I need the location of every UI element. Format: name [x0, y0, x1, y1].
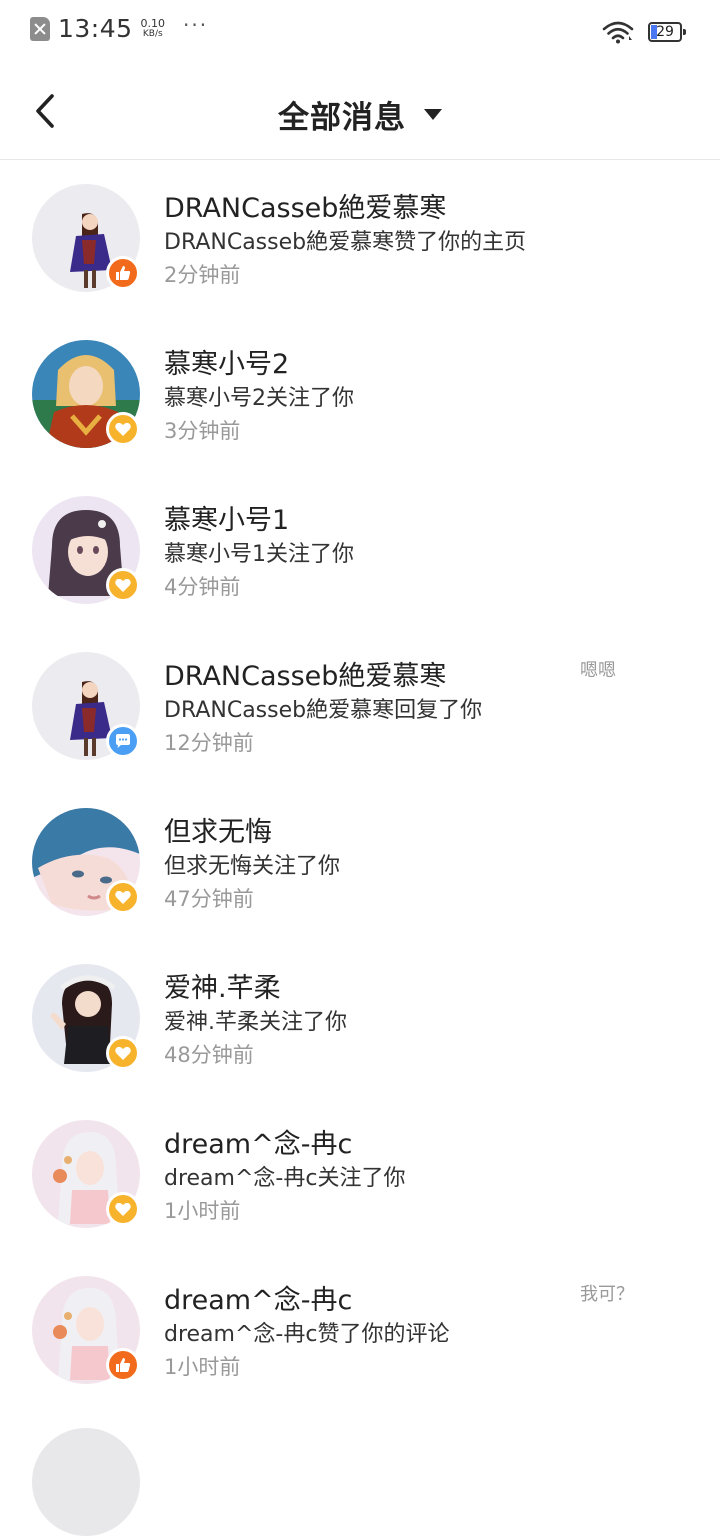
message-item[interactable]: 慕寒小号1 慕寒小号1关注了你 4分钟前 — [0, 472, 720, 628]
status-left: 13:45 0.10 KB/s ··· — [30, 12, 209, 43]
battery-level: 29 — [656, 24, 674, 40]
sender-name: DRANCasseb絶爱慕寒 — [164, 193, 447, 224]
message-item[interactable]: DRANCasseb絶爱慕寒 DRANCasseb絶爱慕寒回复了你 12分钟前 … — [0, 628, 720, 784]
message-item[interactable]: 爱神.芊柔 爱神.芊柔关注了你 48分钟前 — [0, 940, 720, 1096]
follow-badge — [106, 1192, 140, 1226]
heart-icon — [115, 422, 131, 436]
reply-preview: 我可？ — [580, 1284, 634, 1305]
caret-down-icon — [424, 109, 442, 120]
more-notifications-icon: ··· — [183, 12, 209, 37]
sender-name: dream^念-冉c — [164, 1129, 353, 1160]
like-badge — [106, 1348, 140, 1382]
status-time: 13:45 — [58, 14, 133, 43]
heart-icon — [115, 890, 131, 904]
sender-name: dream^念-冉c — [164, 1285, 353, 1316]
message-filter-dropdown[interactable]: 全部消息 — [0, 92, 720, 137]
page-title: 全部消息 — [278, 100, 406, 136]
reply-preview: 嗯嗯 — [580, 660, 616, 681]
wifi-icon — [602, 21, 634, 44]
message-time: 1小时前 — [164, 1199, 241, 1223]
message-text: 爱神.芊柔关注了你 — [164, 1010, 347, 1035]
like-badge — [106, 256, 140, 290]
message-text: 慕寒小号1关注了你 — [164, 542, 354, 567]
sender-name: DRANCasseb絶爱慕寒 — [164, 661, 447, 692]
message-time: 1小时前 — [164, 1355, 241, 1379]
message-list: DRANCasseb絶爱慕寒 DRANCasseb絶爱慕寒赞了你的主页 2分钟前… — [0, 160, 720, 1408]
chat-bubble-icon — [116, 734, 130, 748]
message-item[interactable]: dream^念-冉c dream^念-冉c赞了你的评论 1小时前 我可？ — [0, 1252, 720, 1408]
message-item[interactable]: DRANCasseb絶爱慕寒 DRANCasseb絶爱慕寒赞了你的主页 2分钟前 — [0, 160, 720, 316]
message-item[interactable]: 但求无悔 但求无悔关注了你 47分钟前 — [0, 784, 720, 940]
sim-error-icon — [30, 16, 50, 41]
message-text: 慕寒小号2关注了你 — [164, 386, 354, 411]
message-item[interactable]: dream^念-冉c dream^念-冉c关注了你 1小时前 — [0, 1096, 720, 1252]
status-right: 29 — [602, 20, 686, 44]
follow-badge — [106, 880, 140, 914]
message-time: 12分钟前 — [164, 731, 254, 755]
network-speed-unit: KB/s — [142, 28, 163, 39]
thumbs-up-icon — [116, 266, 131, 280]
heart-icon — [115, 1046, 131, 1060]
message-time: 2分钟前 — [164, 263, 241, 287]
follow-badge — [106, 412, 140, 446]
message-text: DRANCasseb絶爱慕寒回复了你 — [164, 698, 483, 723]
sender-name: 但求无悔 — [164, 817, 272, 848]
avatar[interactable] — [32, 1428, 140, 1536]
header-bar: 全部消息 — [0, 64, 720, 160]
follow-badge — [106, 1036, 140, 1070]
message-time: 48分钟前 — [164, 1043, 254, 1067]
message-time: 4分钟前 — [164, 575, 241, 599]
thumbs-up-icon — [116, 1358, 131, 1372]
heart-icon — [115, 1202, 131, 1216]
message-text: DRANCasseb絶爱慕寒赞了你的主页 — [164, 230, 527, 255]
battery-icon: 29 — [648, 22, 686, 42]
message-text: dream^念-冉c赞了你的评论 — [164, 1322, 450, 1347]
sender-name: 爱神.芊柔 — [164, 973, 281, 1004]
message-time: 47分钟前 — [164, 887, 254, 911]
sender-name: 慕寒小号1 — [164, 505, 290, 536]
heart-icon — [115, 578, 131, 592]
message-time: 3分钟前 — [164, 419, 241, 443]
network-speed: 0.10 KB/s — [141, 18, 166, 40]
sender-name: 慕寒小号2 — [164, 349, 290, 380]
status-bar: 13:45 0.10 KB/s ··· 29 — [0, 0, 720, 64]
message-item[interactable]: 慕寒小号2 慕寒小号2关注了你 3分钟前 — [0, 316, 720, 472]
message-text: 但求无悔关注了你 — [164, 854, 341, 879]
message-text: dream^念-冉c关注了你 — [164, 1166, 406, 1191]
follow-badge — [106, 568, 140, 602]
network-speed-value: 0.10 — [140, 16, 166, 30]
reply-badge — [106, 724, 140, 758]
